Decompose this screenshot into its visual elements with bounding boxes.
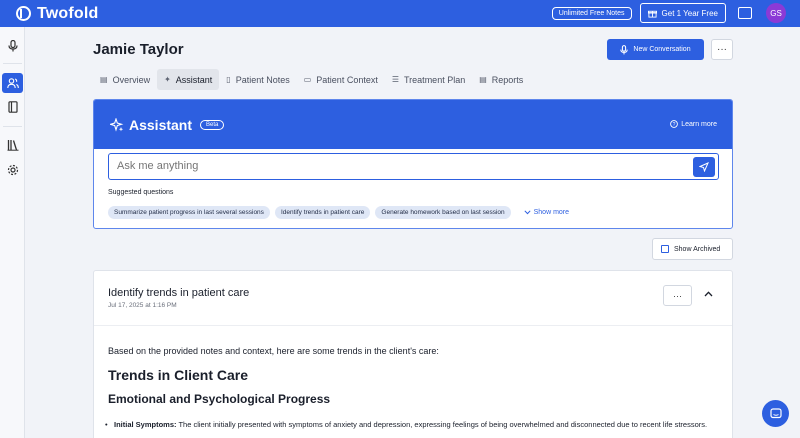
library-icon [7,140,18,151]
report-icon: ▤ [479,75,487,84]
suggested-questions-label: Suggested questions [108,189,174,196]
send-icon [699,162,709,172]
suggestion-chips: Summarize patient progress in last sever… [108,206,569,219]
svg-text:?: ? [673,122,676,128]
ask-box [108,153,719,180]
get-year-free-label: Get 1 Year Free [661,8,718,18]
new-conversation-label: New Conversation [633,46,691,53]
tab-patient-context[interactable]: ▭ Patient Context [297,69,385,90]
page-title: Jamie Taylor [93,41,184,58]
tab-overview[interactable]: ▤ Overview [93,69,157,90]
new-conversation-button[interactable]: New Conversation [607,39,704,60]
get-year-free-button[interactable]: Get 1 Year Free [639,3,726,23]
tab-label: Patient Context [316,74,378,85]
list-icon: ☰ [391,75,400,84]
response-date: Jul 17, 2025 at 1:16 PM [108,302,177,309]
divider [94,325,732,326]
sidebar [0,27,25,438]
bullet-label: Initial Symptoms: [114,420,177,429]
microphone-icon [7,40,18,52]
response-heading: Trends in Client Care [108,367,249,383]
show-more-label: Show more [533,209,570,216]
tab-bar: ▤ Overview ✦ Assistant ▯ Patient Notes ▭… [93,69,530,90]
response-intro: Based on the provided notes and context,… [108,346,439,356]
sidebar-item-settings[interactable] [2,160,23,180]
send-button[interactable] [693,157,715,177]
show-archived-checkbox[interactable] [661,245,669,253]
collapse-button[interactable] [701,287,715,301]
chevron-up-icon [704,291,712,297]
sidebar-item-patients[interactable] [2,73,23,93]
chevron-down-icon [524,210,531,215]
gift-icon [647,10,657,18]
notebook-icon [7,101,18,113]
overview-icon: ▤ [100,75,108,84]
avatar[interactable]: GS [766,3,786,23]
logo[interactable]: Twofold [16,5,99,23]
tab-label: Patient Notes [235,74,290,85]
tab-label: Treatment Plan [404,74,466,85]
assistant-title: Assistant [129,116,193,133]
assistant-panel: Assistant Beta ? Learn more Suggested qu… [93,99,733,229]
more-options-button[interactable]: ··· [711,39,733,60]
response-more-button[interactable]: ··· [663,285,692,306]
suggestion-chip[interactable]: Identify trends in patient care [274,206,371,219]
show-archived-label: Show Archived [674,245,721,253]
help-circle-icon: ? [670,120,679,128]
suggestion-chip[interactable]: Summarize patient progress in last sever… [108,206,270,219]
tab-label: Overview [112,74,151,85]
tab-reports[interactable]: ▤ Reports [472,69,530,90]
microphone-icon [620,44,629,54]
notes-icon: ▯ [226,75,231,84]
sidebar-item-record[interactable] [2,36,23,56]
tab-label: Assistant [175,74,213,85]
app-name: Twofold [37,4,99,22]
show-archived-toggle[interactable]: Show Archived [652,238,733,260]
chat-icon [769,407,782,418]
show-more-button[interactable]: Show more [524,209,569,216]
bullet-dot: • [105,420,108,429]
main-content: Jamie Taylor New Conversation ··· ▤ Over… [25,27,800,438]
tab-patient-notes[interactable]: ▯ Patient Notes [219,69,296,90]
gear-icon [7,164,18,176]
response-subheading: Emotional and Psychological Progress [108,392,331,406]
tab-label: Reports [491,74,524,85]
learn-more-link[interactable]: ? Learn more [670,120,717,128]
sidebar-item-notes[interactable] [2,97,23,117]
sparkle-icon: ✦ [164,75,171,84]
tab-treatment-plan[interactable]: ☰ Treatment Plan [385,69,472,90]
document-icon: ▭ [303,75,312,84]
top-bar: Twofold Unlimited Free Notes Get 1 Year … [0,0,800,27]
response-card: Identify trends in patient care Jul 17, … [93,270,733,438]
ask-input[interactable] [117,160,677,172]
suggestion-chip[interactable]: Generate homework based on last session [375,206,511,219]
learn-more-label: Learn more [681,120,717,128]
sidebar-item-library[interactable] [2,135,23,155]
assistant-header: Assistant Beta ? Learn more [94,100,732,149]
response-bullet: • Initial Symptoms: The client initially… [105,419,714,431]
users-icon [6,77,19,88]
unlimited-notes-badge[interactable]: Unlimited Free Notes [551,6,632,20]
bullet-text: The client initially presented with symp… [178,420,708,429]
chat-icon[interactable] [738,7,752,19]
beta-badge: Beta [200,119,225,130]
twofold-logo-icon [16,6,31,21]
sparkle-icon [110,117,124,132]
tab-assistant[interactable]: ✦ Assistant [157,69,220,90]
help-chat-button[interactable] [762,400,789,427]
response-title: Identify trends in patient care [108,287,250,299]
